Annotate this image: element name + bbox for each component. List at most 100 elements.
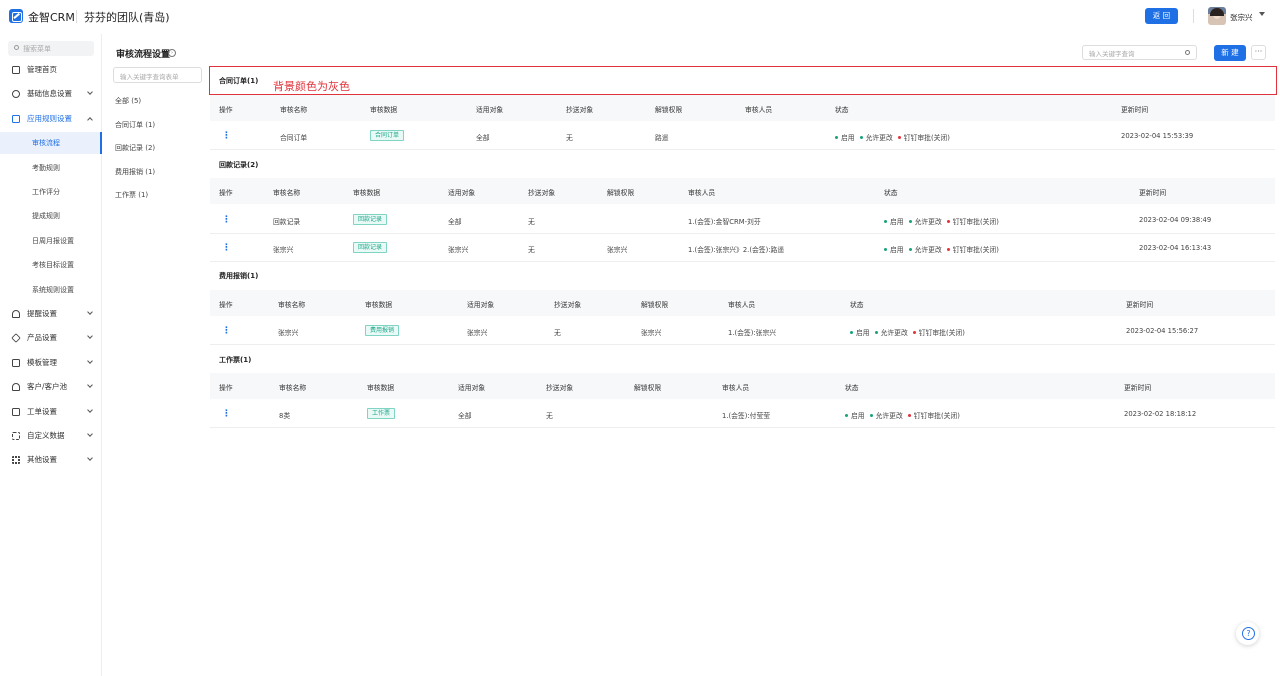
nav-item-app-rules[interactable]: 应用规则设置: [0, 109, 102, 129]
status-allow-edit: 允许更改: [880, 329, 908, 337]
chevron-down-icon: [87, 309, 93, 315]
cell-reviewers: 1.(会签):金智CRM-刘芬: [688, 218, 761, 226]
column-header: 解锁权限: [641, 301, 669, 309]
sidebar-sub-item-attendance[interactable]: 考勤规则: [0, 157, 102, 179]
cell-target: 张宗兴: [467, 329, 488, 337]
menu-search-input[interactable]: 搜索菜单: [8, 41, 94, 56]
column-header: 审核数据: [370, 106, 398, 114]
sidebar-sub-item-system-rules[interactable]: 系统规则设置: [0, 279, 102, 301]
nav-item-label: 模板管理: [27, 358, 57, 367]
category-item-expense[interactable]: 费用报销 (1): [115, 167, 155, 177]
status-enabled: 启用: [841, 134, 855, 142]
status-dot: [946, 248, 950, 251]
category-search-input[interactable]: 输入关键字查询表单: [113, 67, 202, 83]
status-dot: [908, 220, 912, 223]
status-dingding: 钉钉审批(关闭): [952, 218, 999, 226]
category-label: 工作票: [115, 191, 136, 199]
table-row[interactable]: ⋮ 张宗兴 回款记录 张宗兴 无 张宗兴 1.(会签):张宗兴》2.(会签):路…: [210, 234, 1275, 262]
user-name[interactable]: 张宗兴: [1230, 12, 1253, 23]
status-dot: [946, 220, 950, 223]
more-actions-icon[interactable]: ⋮: [222, 215, 231, 225]
column-header: 审核名称: [279, 384, 307, 392]
status-dot: [884, 220, 887, 223]
search-icon[interactable]: [1185, 50, 1190, 55]
status-dot: [908, 248, 912, 251]
logo-icon: [9, 9, 23, 23]
table-row[interactable]: ⋮ 8类 工作票 全部 无 1.(会签):付莹莹 启用 允许更改 钉钉审批(关闭) …: [210, 400, 1275, 428]
category-item-all[interactable]: 全部 (5): [115, 96, 141, 106]
table-row[interactable]: ⋮ 张宗兴 费用报销 张宗兴 无 张宗兴 1.(会签):张宗兴 启用 允许更改 钉钉…: [210, 317, 1275, 345]
category-label: 回款记录: [115, 144, 143, 152]
nav-item-products[interactable]: 产品设置: [0, 328, 102, 348]
back-button[interactable]: 返 回: [1145, 8, 1178, 24]
caret-down-icon[interactable]: [1259, 12, 1265, 16]
column-header: 状态: [850, 301, 864, 309]
sidebar: 搜索菜单 管理首页 基础信息设置 应用规则设置 审核流程 考勤规则 工作评分 提…: [0, 34, 102, 676]
table-header-row: 操作 审核名称 审核数据 适用对象 抄送对象 解锁权限 审核人员 状态 更新时间: [210, 373, 1275, 399]
status-dot: [874, 331, 878, 334]
more-actions-icon[interactable]: ⋮: [222, 243, 231, 253]
data-tag: 回款记录: [353, 214, 388, 225]
nav-item-templates[interactable]: 模板管理: [0, 353, 102, 373]
table-row[interactable]: ⋮ 回款记录 回款记录 全部 无 1.(会签):金智CRM-刘芬 启用 允许更改 钉…: [210, 206, 1275, 234]
help-icon[interactable]: [1236, 622, 1259, 645]
column-header: 适用对象: [476, 106, 504, 114]
nav-item-reminders[interactable]: 提醒设置: [0, 304, 102, 324]
top-bar: 金智CRM 芬芬的团队(青岛) 返 回 张宗兴: [0, 0, 1280, 34]
table-header-row: 操作 审核名称 审核数据 适用对象 抄送对象 解锁权限 审核人员 状态 更新时间: [210, 178, 1275, 204]
sidebar-sub-item-reports[interactable]: 日周月报设置: [0, 230, 102, 252]
bell-icon: [12, 310, 20, 318]
sidebar-sub-item-commission[interactable]: 提成规则: [0, 205, 102, 227]
column-header: 操作: [219, 189, 233, 197]
data-tag: 费用报销: [365, 325, 400, 336]
cell-name: 张宗兴: [273, 246, 294, 254]
chevron-down-icon: [87, 358, 93, 364]
info-icon[interactable]: ›: [168, 49, 176, 57]
ticket-icon: [12, 408, 20, 416]
category-search-placeholder: 输入关键字查询表单: [120, 73, 179, 81]
cube-icon: [11, 333, 21, 343]
team-name[interactable]: 芬芬的团队(青岛): [84, 9, 170, 25]
category-label: 费用报销: [115, 168, 143, 176]
annotation-text: 背景颜色为灰色: [273, 80, 350, 93]
status-allow-edit: 允许更改: [875, 412, 903, 420]
new-button[interactable]: 新 建: [1214, 45, 1246, 61]
column-header: 适用对象: [448, 189, 476, 197]
more-actions-icon[interactable]: ⋮: [222, 131, 231, 141]
status-dingding: 钉钉审批(关闭): [918, 329, 965, 337]
category-count: (1): [145, 168, 156, 176]
section-title: 回款记录(2): [219, 161, 259, 169]
data-tag: 合同订单: [370, 130, 405, 141]
status-enabled: 启用: [851, 412, 865, 420]
users-icon: [12, 383, 20, 391]
nav-item-custom-data[interactable]: 自定义数据: [0, 426, 102, 446]
more-actions-icon[interactable]: ⋮: [222, 326, 231, 336]
status-dot: [845, 414, 848, 417]
category-item-payment[interactable]: 回款记录 (2): [115, 143, 155, 153]
column-header: 审核人员: [745, 106, 773, 114]
category-item-contract[interactable]: 合同订单 (1): [115, 120, 155, 130]
sidebar-sub-item-targets[interactable]: 考核目标设置: [0, 254, 102, 276]
status-group: 启用 允许更改 钉钉审批(关闭): [845, 410, 960, 420]
nav-item-work-orders[interactable]: 工单设置: [0, 402, 102, 422]
cell-cc: 无: [566, 134, 573, 142]
more-icon[interactable]: ···: [1251, 45, 1266, 60]
nav-item-home[interactable]: 管理首页: [0, 60, 102, 80]
nav-item-other[interactable]: 其他设置: [0, 450, 102, 470]
nav-item-basic-info[interactable]: 基础信息设置: [0, 84, 102, 104]
sidebar-sub-item-work-score[interactable]: 工作评分: [0, 181, 102, 203]
settings-icon: [12, 90, 20, 98]
cell-cc: 无: [528, 246, 535, 254]
keyword-search-input[interactable]: 输入关键字查询: [1082, 45, 1197, 60]
grid-icon: [12, 456, 20, 464]
column-header: 状态: [835, 106, 849, 114]
category-item-work-ticket[interactable]: 工作票 (1): [115, 190, 148, 200]
more-actions-icon[interactable]: ⋮: [222, 409, 231, 419]
nav-item-customers[interactable]: 客户/客户池: [0, 377, 102, 397]
status-dot: [859, 136, 863, 139]
cell-updated: 2023-02-04 15:56:27: [1126, 327, 1199, 335]
sidebar-sub-item-approval-flow[interactable]: 审核流程: [0, 132, 102, 154]
table-row[interactable]: ⋮ 合同订单 合同订单 全部 无 路遥 启用 允许更改 钉钉审批(关闭) 2023-…: [210, 122, 1275, 150]
avatar[interactable]: [1208, 7, 1226, 25]
nav-item-label: 产品设置: [27, 333, 57, 342]
